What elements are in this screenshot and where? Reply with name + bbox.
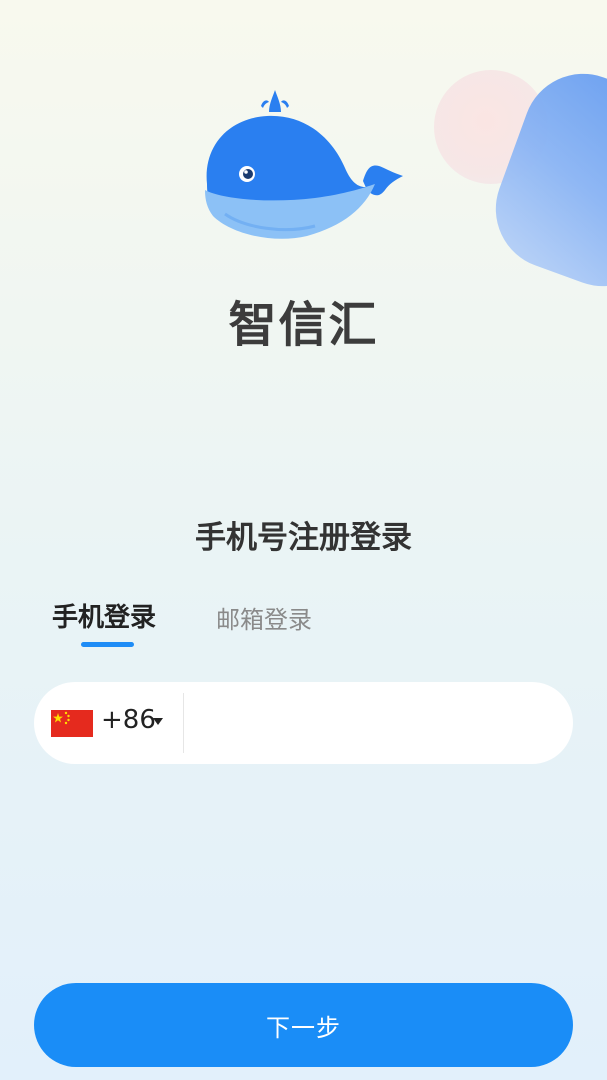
input-divider bbox=[183, 693, 184, 753]
china-flag-icon[interactable] bbox=[51, 710, 93, 737]
country-code[interactable]: +86 bbox=[101, 705, 156, 735]
phone-number-input[interactable] bbox=[199, 698, 554, 748]
chevron-down-icon[interactable] bbox=[153, 718, 163, 725]
active-tab-indicator bbox=[81, 642, 134, 647]
login-heading: 手机号注册登录 bbox=[195, 520, 412, 556]
next-step-button[interactable]: 下一步 bbox=[34, 983, 573, 1067]
tab-email-login[interactable]: 邮箱登录 bbox=[216, 600, 312, 635]
whale-icon bbox=[195, 86, 410, 251]
app-title: 智信汇 bbox=[228, 297, 379, 353]
tab-phone-login[interactable]: 手机登录 bbox=[52, 597, 156, 634]
phone-input-container: +86 bbox=[34, 682, 573, 764]
